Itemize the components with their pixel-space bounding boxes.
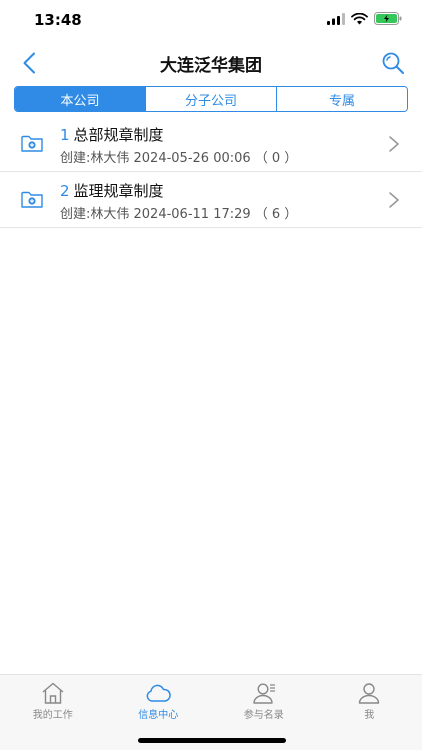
cloud-icon [146, 684, 171, 702]
list-item-subtitle: 创建:林大伟 2024-06-11 17:29 （ 6 ） [60, 207, 298, 222]
folder-icon [21, 135, 43, 152]
battery-icon [374, 12, 402, 25]
status-time: 13:48 [34, 11, 82, 29]
tab-label: 我 [364, 710, 375, 721]
tab-subsidiaries[interactable]: 分子公司 [145, 87, 276, 111]
tab-label: 我的工作 [32, 710, 73, 721]
contacts-icon [253, 683, 275, 704]
list-item-number: 1 [60, 126, 70, 144]
folder-icon [21, 191, 43, 208]
chevron-right-icon [389, 136, 399, 152]
status-bar: 13:48 [0, 0, 422, 44]
nav-bar: 大连泛华集团 [0, 44, 422, 82]
segmented-control: 本公司 分子公司 专属 [14, 86, 408, 112]
signal-icon [327, 12, 345, 25]
list-item[interactable]: 1 总部规章制度 创建:林大伟 2024-05-26 00:06 （ 0 ） [0, 116, 422, 172]
tab-exclusive[interactable]: 专属 [276, 87, 407, 111]
chevron-right-icon [389, 192, 399, 208]
tab-this-company[interactable]: 本公司 [15, 87, 145, 111]
page-title: 大连泛华集团 [160, 56, 262, 76]
list-item-title: 1 总部规章制度 [60, 124, 164, 145]
tab-directory[interactable]: 参与名录 [211, 675, 317, 723]
status-icons [327, 12, 402, 25]
list-item-name: 监理规章制度 [73, 182, 164, 200]
tab-label: 参与名录 [243, 710, 284, 721]
tab-info-center[interactable]: 信息中心 [106, 675, 212, 723]
tab-my-work[interactable]: 我的工作 [0, 675, 106, 723]
home-icon [42, 682, 64, 704]
search-icon [382, 52, 404, 74]
home-indicator [138, 738, 286, 743]
list-item[interactable]: 2 监理规章制度 创建:林大伟 2024-06-11 17:29 （ 6 ） [0, 172, 422, 228]
list-item-name: 总部规章制度 [73, 126, 164, 144]
list-item-title: 2 监理规章制度 [60, 180, 164, 201]
folder-list: 1 总部规章制度 创建:林大伟 2024-05-26 00:06 （ 0 ） 2监… [0, 116, 422, 228]
list-item-number: 2 [60, 182, 70, 200]
person-icon [359, 683, 380, 704]
search-button[interactable] [378, 48, 408, 78]
wifi-icon [351, 12, 368, 24]
list-item-subtitle: 创建:林大伟 2024-05-26 00:06 （ 0 ） [60, 151, 298, 166]
tab-me[interactable]: 我 [317, 675, 422, 723]
tab-label: 信息中心 [138, 710, 179, 721]
